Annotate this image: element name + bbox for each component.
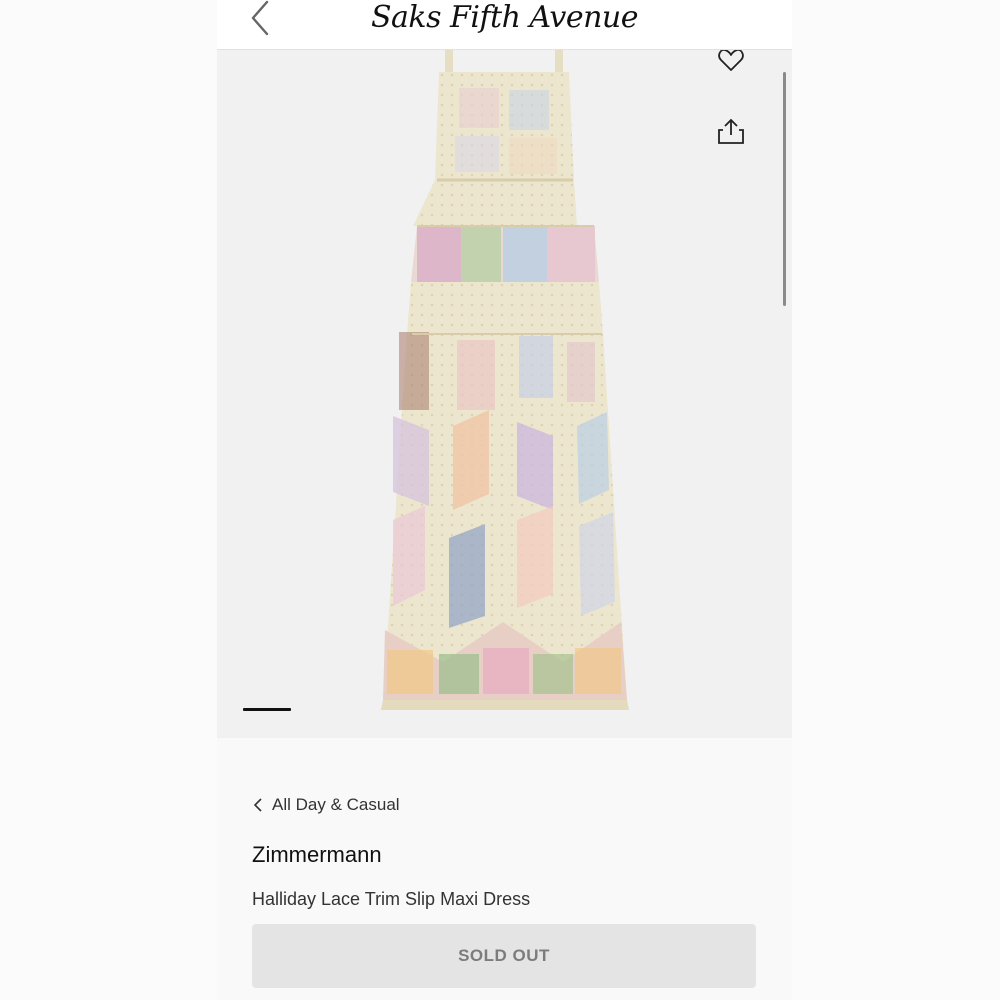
share-icon [718,118,744,144]
chevron-left-icon [253,798,262,812]
mobile-screen: Saks Fifth Avenue All Day & Casual Zimme… [217,0,792,1000]
heart-icon [718,50,744,71]
top-nav-bar: Saks Fifth Avenue [217,0,792,50]
scrollbar[interactable] [783,72,786,306]
product-info-panel: All Day & Casual Zimmermann Halliday Lac… [217,738,792,1000]
sold-out-button[interactable]: SOLD OUT [252,924,756,988]
product-image-gallery[interactable] [217,50,792,738]
image-pager-indicator[interactable] [243,708,291,711]
brand-name[interactable]: Zimmermann [252,842,382,868]
product-title: Halliday Lace Trim Slip Maxi Dress [252,889,531,909]
favorite-button[interactable] [716,50,746,74]
store-logo[interactable]: Saks Fifth Avenue [217,0,792,36]
share-button[interactable] [716,117,746,147]
breadcrumb[interactable]: All Day & Casual [253,795,400,815]
product-image [381,50,629,710]
breadcrumb-label: All Day & Casual [272,795,400,814]
